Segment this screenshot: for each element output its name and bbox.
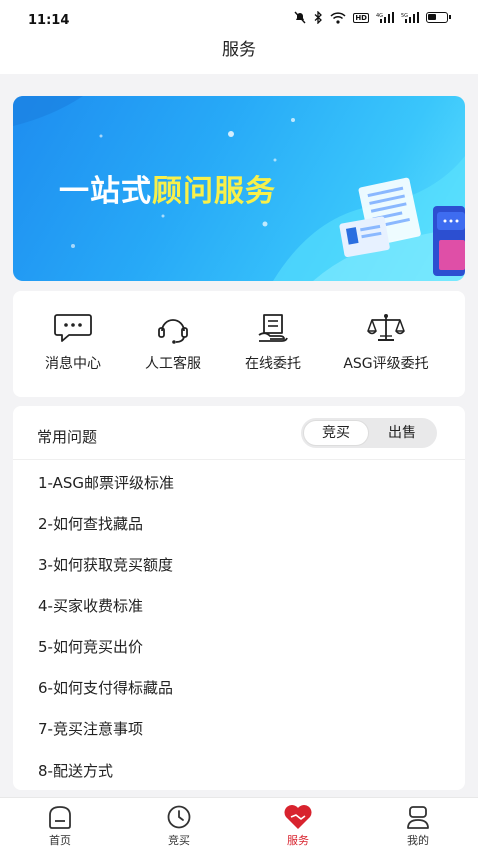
page-title: 服务 — [222, 40, 256, 60]
tab-bid[interactable]: 竞买 — [139, 803, 219, 848]
signal-icon: 4G — [376, 12, 394, 23]
quick-action-label: 人工客服 — [145, 356, 201, 372]
tab-label: 我的 — [407, 834, 429, 847]
faq-item[interactable]: 6-如何支付得标藏品 — [38, 677, 173, 698]
banner-headline: 一站式顾问服务 — [59, 166, 276, 210]
status-icons: HD 4G 5G — [293, 11, 451, 24]
quick-action-label: 在线委托 — [245, 356, 301, 372]
quick-action-asg-grading[interactable]: ASG评级委托 — [331, 311, 441, 373]
faq-item[interactable]: 5-如何竞买出价 — [38, 636, 143, 657]
faq-segmented-control: 竞买 出售 — [301, 418, 437, 448]
faq-item[interactable]: 7-竞买注意事项 — [38, 718, 143, 739]
tab-mine[interactable]: 我的 — [378, 803, 458, 848]
quick-action-customer-service[interactable]: 人工客服 — [118, 311, 228, 373]
quick-actions: 消息中心 人工客服 在线委托 ASG评级委托 — [13, 291, 465, 397]
tab-home[interactable]: 首页 — [20, 803, 100, 848]
battery-icon — [426, 12, 451, 23]
faq-tab-bid[interactable]: 竞买 — [303, 420, 369, 446]
faq-header: 常用问题 竞买 出售 — [13, 406, 465, 460]
quick-action-message-center[interactable]: 消息中心 — [18, 311, 128, 373]
heart-handshake-icon — [284, 805, 312, 829]
faq-item[interactable]: 4-买家收费标准 — [38, 595, 143, 616]
bottom-tab-bar: 首页 竞买 服务 我的 — [0, 797, 478, 850]
wifi-icon — [330, 11, 346, 24]
svg-text:5G: 5G — [401, 13, 408, 19]
banner-text-white: 一站式 — [59, 174, 152, 209]
faq-panel: 常用问题 竞买 出售 1-ASG邮票评级标准 2-如何查找藏品 3-如何获取竞买… — [13, 406, 465, 790]
status-bar: 11:14 HD 4G 5G — [0, 0, 478, 34]
tab-label: 竞买 — [168, 834, 190, 847]
home-icon — [49, 806, 71, 829]
quick-action-label: 消息中心 — [45, 356, 101, 372]
tab-label: 首页 — [49, 834, 71, 847]
faq-item[interactable]: 8-配送方式 — [38, 760, 113, 781]
banner-text-yellow: 顾问服务 — [152, 174, 276, 209]
quick-action-online-consign[interactable]: 在线委托 — [218, 311, 328, 373]
clock-icon — [167, 805, 191, 829]
quick-action-label: ASG评级委托 — [343, 356, 429, 372]
tab-label: 服务 — [287, 834, 309, 847]
faq-title: 常用问题 — [37, 428, 98, 446]
scale-icon — [367, 314, 405, 341]
user-icon — [407, 806, 429, 829]
faq-item[interactable]: 3-如何获取竞买额度 — [38, 554, 173, 575]
message-icon — [54, 314, 92, 342]
svg-text:4G: 4G — [376, 13, 383, 19]
tab-service[interactable]: 服务 — [258, 803, 338, 848]
document-hand-icon — [258, 314, 288, 342]
signal-icon-2: 5G — [401, 12, 419, 23]
title-bar: 服务 — [0, 34, 478, 74]
faq-tab-sell[interactable]: 出售 — [369, 420, 435, 446]
mute-bell-icon — [294, 11, 306, 24]
faq-item[interactable]: 1-ASG邮票评级标准 — [38, 472, 174, 493]
hd-badge: HD — [353, 12, 369, 23]
faq-item[interactable]: 2-如何查找藏品 — [38, 513, 143, 534]
status-time: 11:14 — [28, 13, 70, 28]
service-banner[interactable]: 一站式顾问服务 — [13, 96, 465, 281]
bluetooth-icon — [314, 11, 323, 24]
headset-icon — [158, 319, 188, 344]
